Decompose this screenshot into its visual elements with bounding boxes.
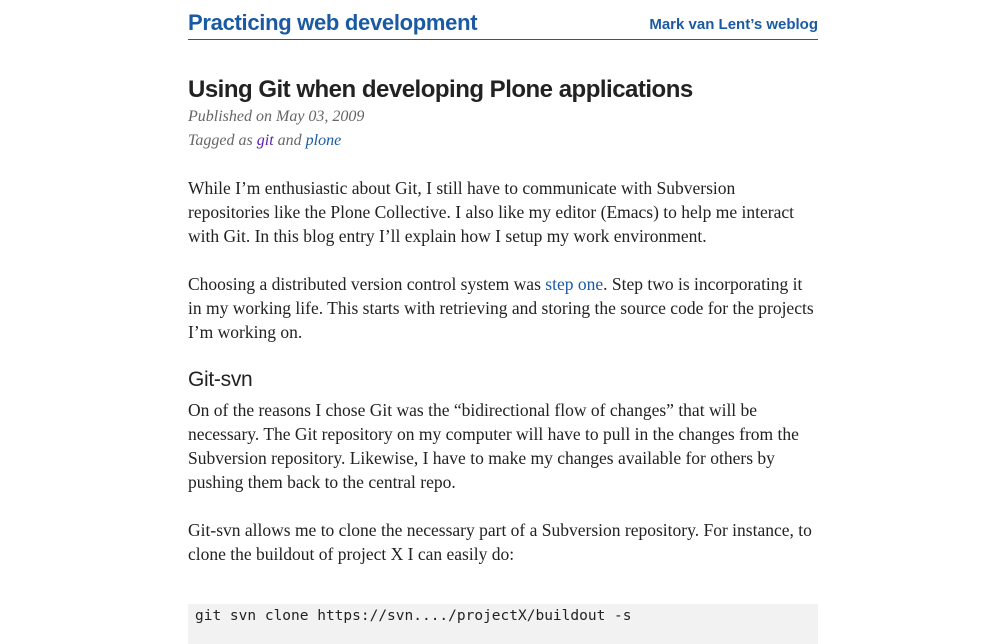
step-one-link[interactable]: step one	[545, 274, 603, 294]
post-published-date: Published on May 03, 2009	[188, 108, 365, 125]
site-header: Practicing web development Mark van Lent…	[188, 0, 818, 40]
section-heading-git-svn: Git-svn	[188, 368, 253, 391]
tags-joiner: and	[273, 132, 306, 149]
paragraph-choosing: Choosing a distributed version control s…	[188, 272, 818, 344]
post-tags: Tagged as git and plone	[188, 132, 341, 150]
page: Practicing web development Mark van Lent…	[188, 0, 818, 644]
paragraph-intro: While I’m enthusiastic about Git, I stil…	[188, 178, 795, 246]
site-title-link[interactable]: Practicing web development	[188, 10, 478, 36]
tag-link-plone[interactable]: plone	[306, 132, 342, 149]
tag-link-git[interactable]: git	[257, 132, 274, 149]
paragraph-clone: Git-svn allows me to clone the necessary…	[188, 520, 812, 564]
code-block: git svn clone https://svn..../projectX/b…	[188, 603, 818, 644]
paragraph-text: Choosing a distributed version control s…	[188, 274, 546, 294]
paragraph-reasons: On of the reasons I chose Git was the “b…	[188, 400, 799, 492]
tags-prefix: Tagged as	[188, 132, 257, 149]
site-subtitle-link[interactable]: Mark van Lent’s weblog	[649, 16, 818, 33]
post-title: Using Git when developing Plone applicat…	[188, 76, 693, 103]
